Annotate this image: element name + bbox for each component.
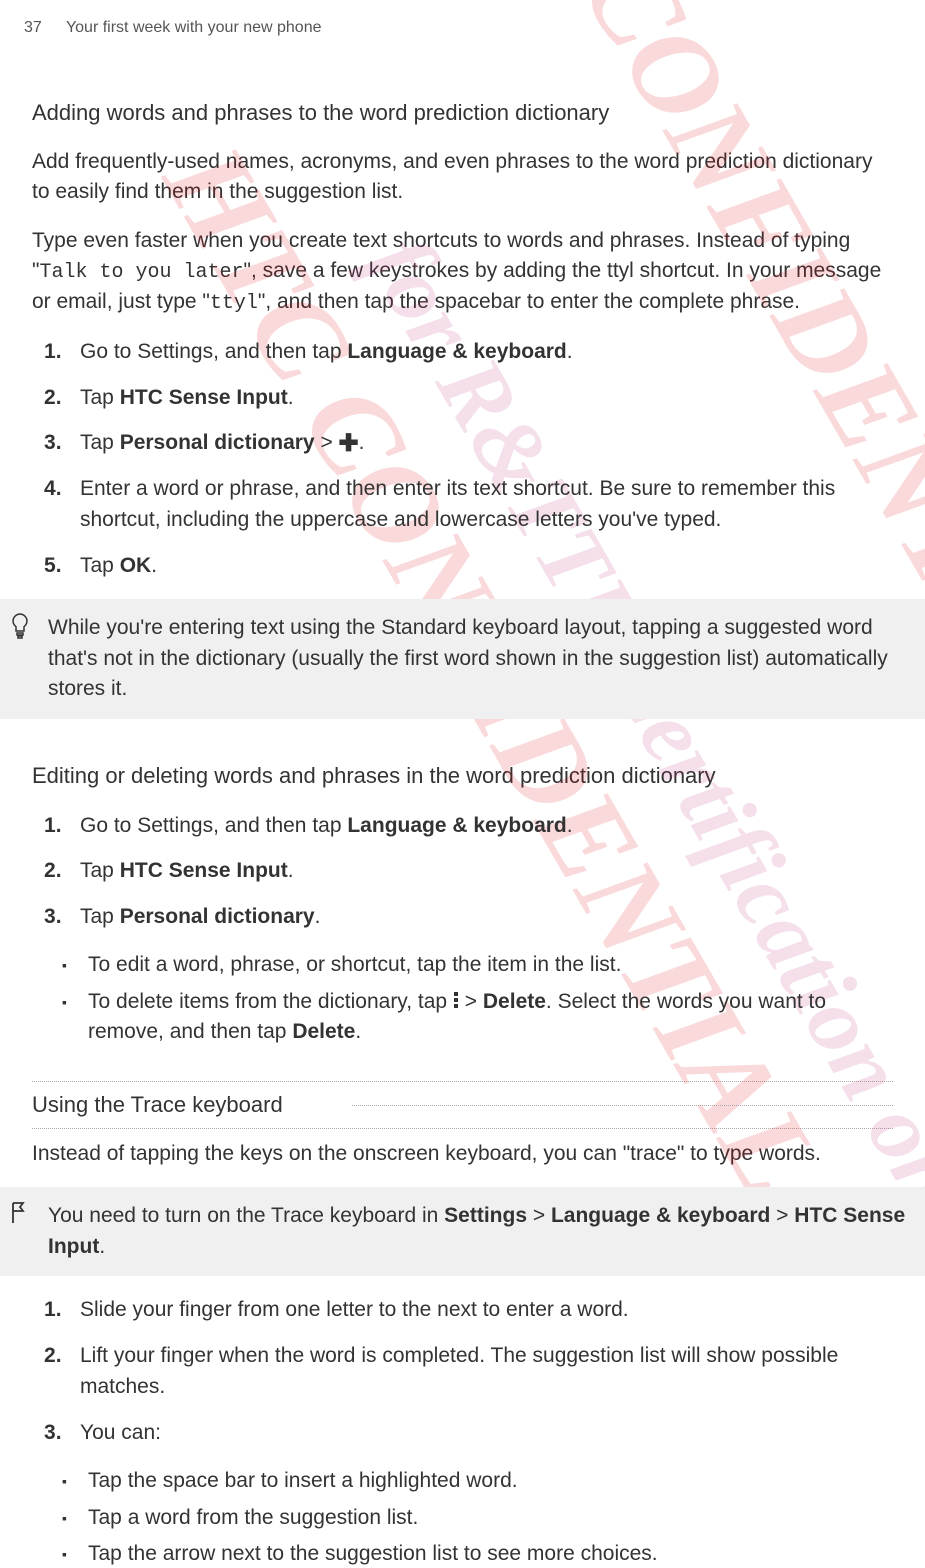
step-item: Tap HTC Sense Input.	[32, 382, 893, 414]
step-item: Go to Settings, and then tap Language & …	[32, 336, 893, 368]
sub-bullets-editing: To edit a word, phrase, or shortcut, tap…	[62, 950, 893, 1047]
page-number: 37	[24, 19, 42, 36]
flag-icon	[10, 1201, 28, 1234]
sub-bullets-trace: Tap the space bar to insert a highlighte…	[62, 1466, 893, 1568]
step-item: Tap OK.	[32, 550, 893, 582]
bullet-item: Tap a word from the suggestion list.	[62, 1503, 893, 1533]
bullet-item: To edit a word, phrase, or shortcut, tap…	[62, 950, 893, 980]
bullet-item: To delete items from the dictionary, tap…	[62, 987, 893, 1048]
bullet-item: Tap the space bar to insert a highlighte…	[62, 1466, 893, 1496]
step-item: You can:	[32, 1417, 893, 1449]
step-item: Slide your finger from one letter to the…	[32, 1294, 893, 1326]
trace-paragraph: Instead of tapping the keys on the onscr…	[32, 1139, 893, 1169]
plus-icon: ✚	[339, 432, 359, 456]
header-title: Your first week with your new phone	[66, 19, 322, 36]
intro-paragraph-1: Add frequently-used names, acronyms, and…	[32, 147, 893, 208]
step-item: Lift your finger when the word is comple…	[32, 1340, 893, 1403]
step-item: Tap Personal dictionary > ✚.	[32, 427, 893, 459]
intro-paragraph-2: Type even faster when you create text sh…	[32, 226, 893, 318]
steps-trace: Slide your finger from one letter to the…	[32, 1294, 893, 1448]
code-snippet-1: Talk to you later	[39, 261, 243, 284]
section-heading-trace: Using the Trace keyboard	[32, 1092, 295, 1117]
section-heading-trace-wrap: Using the Trace keyboard	[32, 1081, 893, 1129]
lightbulb-icon	[10, 613, 30, 648]
steps-editing: Go to Settings, and then tap Language & …	[32, 810, 893, 933]
note-callout: You need to turn on the Trace keyboard i…	[0, 1187, 925, 1276]
step-item: Enter a word or phrase, and then enter i…	[32, 473, 893, 536]
step-item: Go to Settings, and then tap Language & …	[32, 810, 893, 842]
page-header: 37 Your first week with your new phone	[0, 0, 925, 56]
bullet-item: Tap the arrow next to the suggestion lis…	[62, 1539, 893, 1568]
section-heading-editing: Editing or deleting words and phrases in…	[32, 759, 893, 792]
section-heading-adding: Adding words and phrases to the word pre…	[32, 96, 893, 129]
step-item: Tap HTC Sense Input.	[32, 855, 893, 887]
tip-callout: While you're entering text using the Sta…	[0, 599, 925, 718]
steps-adding: Go to Settings, and then tap Language & …	[32, 336, 893, 581]
step-item: Tap Personal dictionary.	[32, 901, 893, 933]
code-snippet-2: ttyl	[210, 292, 258, 315]
